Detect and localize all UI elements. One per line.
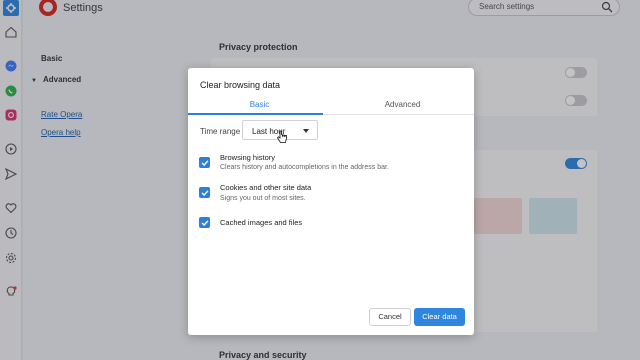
dialog-title: Clear browsing data bbox=[200, 80, 281, 90]
cancel-button[interactable]: Cancel bbox=[369, 308, 411, 326]
cookies-subtitle: Signs you out of most sites. bbox=[220, 195, 306, 202]
browsing-history-checkbox[interactable] bbox=[199, 157, 210, 168]
dialog-tabs: Basic Advanced bbox=[188, 94, 474, 115]
cached-images-checkbox[interactable] bbox=[199, 217, 210, 228]
browsing-history-subtitle: Clears history and autocompletions in th… bbox=[220, 164, 389, 171]
dropdown-arrow-icon bbox=[303, 129, 309, 133]
check-icon bbox=[201, 189, 209, 196]
check-icon bbox=[201, 159, 209, 166]
time-range-label: Time range bbox=[200, 127, 241, 136]
check-icon bbox=[201, 219, 209, 226]
tab-advanced[interactable]: Advanced bbox=[331, 100, 474, 109]
active-tab-indicator bbox=[188, 113, 323, 115]
browsing-history-title: Browsing history bbox=[220, 153, 276, 162]
cookies-title: Cookies and other site data bbox=[220, 183, 312, 192]
clear-data-button[interactable]: Clear data bbox=[414, 308, 465, 326]
mouse-cursor-icon bbox=[276, 130, 287, 143]
clear-browsing-data-dialog: Clear browsing data Basic Advanced Time … bbox=[188, 68, 474, 335]
cached-images-title: Cached images and files bbox=[220, 218, 303, 227]
cookies-checkbox[interactable] bbox=[199, 187, 210, 198]
tab-basic[interactable]: Basic bbox=[188, 100, 331, 109]
